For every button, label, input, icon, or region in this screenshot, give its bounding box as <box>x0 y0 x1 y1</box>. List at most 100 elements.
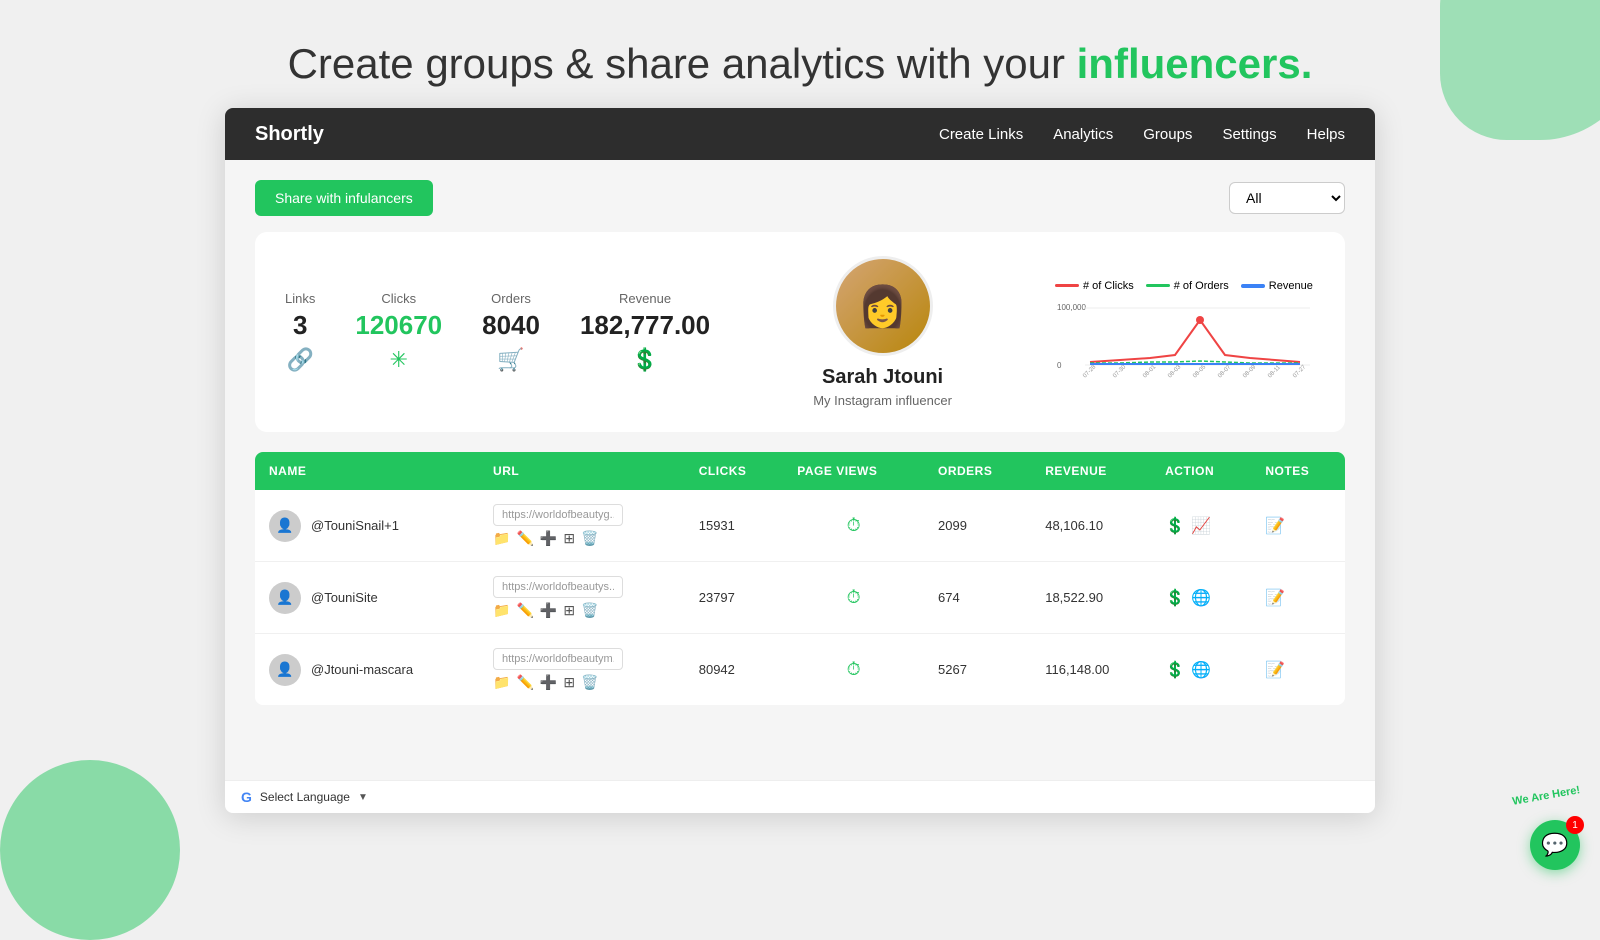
app-window: Shortly Create Links Analytics Groups Se… <box>225 108 1375 813</box>
orders-icon: 🛒 <box>482 347 540 373</box>
nav-analytics[interactable]: Analytics <box>1053 126 1113 143</box>
url-actions-1: 📁 ✏️ ➕ ⊞ 🗑️ <box>493 602 671 619</box>
svg-text:07-30: 07-30 <box>1112 363 1128 379</box>
svg-text:08-07: 08-07 <box>1217 363 1233 379</box>
edit-icon[interactable]: ✏️ <box>516 674 533 691</box>
chart-legend: # of Clicks # of Orders Revenue <box>1055 280 1315 292</box>
delete-icon[interactable]: 🗑️ <box>581 602 598 619</box>
svg-text:08-05: 08-05 <box>1192 363 1208 379</box>
google-logo: G <box>241 789 252 805</box>
navbar: Shortly Create Links Analytics Groups Se… <box>225 108 1375 160</box>
profile-center: 👩 Sarah Jtouni My Instagram influencer <box>710 256 1055 408</box>
stat-orders: Orders 8040 🛒 <box>482 291 540 373</box>
top-bar: Share with infulancers All This Week Thi… <box>255 180 1345 216</box>
footer-bar: G Select Language ▼ <box>225 780 1375 813</box>
notes-icon-0[interactable]: 📝 <box>1265 518 1285 535</box>
analytics-chart: 100,000 0 07-28 07-30 08-01 <box>1055 300 1315 380</box>
svg-text:0: 0 <box>1057 361 1062 370</box>
edit-icon[interactable]: ✏️ <box>516 530 533 547</box>
profile-avatar: 👩 <box>833 256 933 356</box>
table-row: 👤 @TouniSite 📁 ✏️ ➕ ⊞ 🗑️ 23797⏱67418,522… <box>255 562 1345 634</box>
hero-heading: Create groups & share analytics with you… <box>0 40 1600 88</box>
row-avatar-0: 👤 <box>269 510 301 542</box>
clicks-icon: ✳ <box>355 347 442 373</box>
globe-icon[interactable]: 🌐 <box>1191 588 1211 608</box>
col-revenue: REVENUE <box>1031 452 1151 490</box>
link-icon: 🔗 <box>285 347 315 373</box>
chat-button[interactable]: 💬 1 <box>1530 820 1580 870</box>
notes-icon-2[interactable]: 📝 <box>1265 662 1285 679</box>
qr-icon[interactable]: ⊞ <box>563 602 575 619</box>
copy-icon[interactable]: 📁 <box>493 530 510 547</box>
brand-logo: Shortly <box>255 123 324 146</box>
nav-create-links[interactable]: Create Links <box>939 126 1023 143</box>
add-icon[interactable]: ➕ <box>540 602 557 619</box>
stat-links: Links 3 🔗 <box>285 291 315 373</box>
row-avatar-2: 👤 <box>269 654 301 686</box>
revenue-icon: 💲 <box>580 347 710 373</box>
col-url: URL <box>479 452 685 490</box>
url-input-2[interactable] <box>493 648 623 670</box>
row-user-0: 👤 @TouniSnail+1 <box>269 510 465 542</box>
dollar-icon[interactable]: 💲 <box>1165 660 1185 680</box>
globe-icon[interactable]: 🌐 <box>1191 660 1211 680</box>
svg-text:08-11: 08-11 <box>1267 364 1282 379</box>
qr-icon[interactable]: ⊞ <box>563 530 575 547</box>
hero-section: Create groups & share analytics with you… <box>0 0 1600 108</box>
dollar-icon[interactable]: 💲 <box>1165 588 1185 608</box>
url-input-0[interactable] <box>493 504 623 526</box>
nav-links: Create Links Analytics Groups Settings H… <box>939 126 1345 143</box>
add-icon[interactable]: ➕ <box>540 530 557 547</box>
col-action: ACTION <box>1151 452 1251 490</box>
svg-text:07-27: 07-27 <box>1292 363 1308 379</box>
delete-icon[interactable]: 🗑️ <box>581 530 598 547</box>
content-area: Share with infulancers All This Week Thi… <box>225 160 1375 780</box>
svg-text:08-09: 08-09 <box>1242 363 1258 379</box>
chat-label: We Are Here! <box>1511 784 1581 808</box>
nav-groups[interactable]: Groups <box>1143 126 1192 143</box>
url-input-1[interactable] <box>493 576 623 598</box>
svg-text:100,000: 100,000 <box>1057 303 1086 312</box>
row-avatar-1: 👤 <box>269 582 301 614</box>
data-table: NAME URL CLICKS PAGE VIEWS ORDERS REVENU… <box>255 452 1345 705</box>
dropdown-arrow-icon[interactable]: ▼ <box>358 792 368 803</box>
col-pageviews: PAGE VIEWS <box>783 452 924 490</box>
col-orders: ORDERS <box>924 452 1031 490</box>
copy-icon[interactable]: 📁 <box>493 602 510 619</box>
copy-icon[interactable]: 📁 <box>493 674 510 691</box>
action-cell-0: 💲 📈 <box>1165 516 1237 536</box>
legend-orders: # of Orders <box>1146 280 1229 292</box>
stats-metrics: Links 3 🔗 Clicks 120670 ✳ Orders 8040 🛒 … <box>285 291 710 373</box>
edit-icon[interactable]: ✏️ <box>516 602 533 619</box>
pageviews-icon-0: ⏱ <box>797 515 910 536</box>
chart-icon[interactable]: 📈 <box>1191 516 1211 536</box>
chart-area: # of Clicks # of Orders Revenue 100,000 … <box>1055 280 1315 385</box>
row-user-2: 👤 @Jtouni-mascara <box>269 654 465 686</box>
share-button[interactable]: Share with infulancers <box>255 180 433 216</box>
nav-helps[interactable]: Helps <box>1307 126 1345 143</box>
table-row: 👤 @Jtouni-mascara 📁 ✏️ ➕ ⊞ 🗑️ 80942⏱5267… <box>255 634 1345 706</box>
delete-icon[interactable]: 🗑️ <box>581 674 598 691</box>
profile-name: Sarah Jtouni <box>822 366 943 389</box>
svg-text:07-28: 07-28 <box>1082 363 1098 379</box>
url-actions-2: 📁 ✏️ ➕ ⊞ 🗑️ <box>493 674 671 691</box>
pageviews-icon-2: ⏱ <box>797 659 910 680</box>
filter-select[interactable]: All This Week This Month This Year <box>1229 182 1345 214</box>
svg-text:08-01: 08-01 <box>1142 363 1158 379</box>
chat-widget: We Are Here! 💬 1 <box>1530 820 1580 870</box>
action-cell-1: 💲 🌐 <box>1165 588 1237 608</box>
profile-subtitle: My Instagram influencer <box>813 393 952 408</box>
notes-icon-1[interactable]: 📝 <box>1265 590 1285 607</box>
table-row: 👤 @TouniSnail+1 📁 ✏️ ➕ ⊞ 🗑️ 15931⏱209948… <box>255 490 1345 562</box>
action-cell-2: 💲 🌐 <box>1165 660 1237 680</box>
select-language-label: Select Language <box>260 790 350 804</box>
col-clicks: CLICKS <box>685 452 784 490</box>
add-icon[interactable]: ➕ <box>540 674 557 691</box>
row-user-1: 👤 @TouniSite <box>269 582 465 614</box>
dollar-icon[interactable]: 💲 <box>1165 516 1185 536</box>
nav-settings[interactable]: Settings <box>1222 126 1276 143</box>
col-notes: NOTES <box>1251 452 1345 490</box>
qr-icon[interactable]: ⊞ <box>563 674 575 691</box>
legend-revenue: Revenue <box>1241 280 1313 292</box>
legend-clicks: # of Clicks <box>1055 280 1134 292</box>
